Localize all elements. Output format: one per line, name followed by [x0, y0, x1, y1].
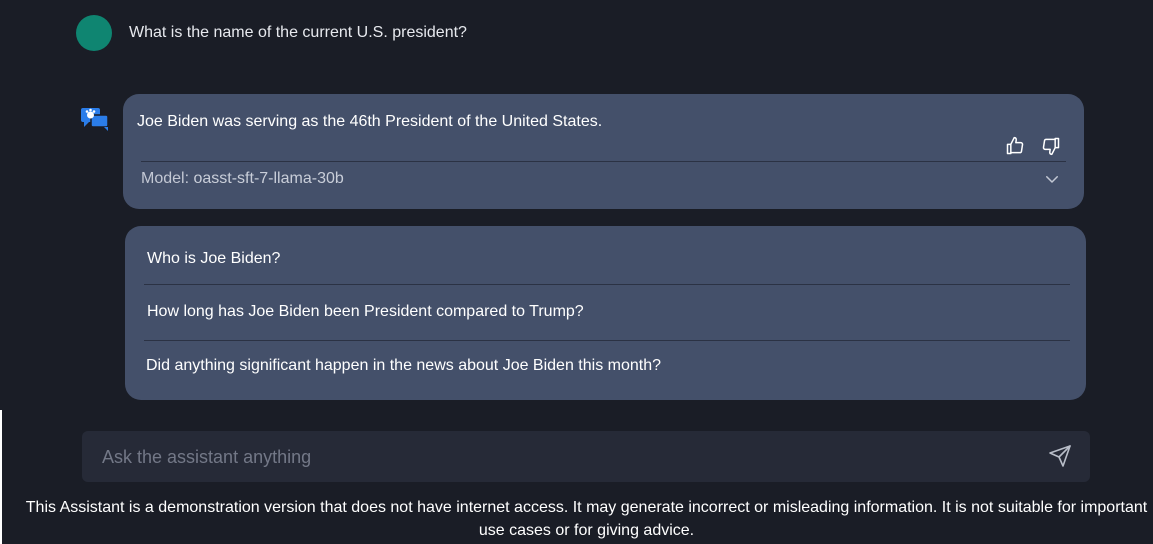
- disclaimer-text: This Assistant is a demonstration versio…: [25, 499, 1148, 539]
- suggestion-item[interactable]: Who is Joe Biden?: [147, 250, 280, 268]
- user-message: What is the name of the current U.S. pre…: [129, 24, 467, 41]
- user-avatar: [76, 15, 112, 51]
- thumbs-down-icon[interactable]: [1041, 136, 1061, 156]
- suggestion-item[interactable]: How long has Joe Biden been President co…: [147, 303, 584, 321]
- model-info: Model: oasst-sft-7-llama-30b: [141, 170, 344, 188]
- suggestion-divider: [144, 284, 1070, 285]
- chevron-down-icon[interactable]: [1043, 170, 1061, 188]
- model-name: oasst-sft-7-llama-30b: [193, 170, 344, 187]
- answer-divider: [141, 161, 1066, 162]
- window-edge: [0, 410, 2, 544]
- send-icon[interactable]: [1048, 444, 1072, 468]
- suggestions-card: Who is Joe Biden? How long has Joe Biden…: [125, 226, 1086, 400]
- thumbs-up-icon[interactable]: [1005, 136, 1025, 156]
- suggestion-divider: [144, 340, 1070, 341]
- suggestion-item[interactable]: Did anything significant happen in the n…: [146, 357, 661, 375]
- assistant-chat-icon: [81, 108, 109, 131]
- chat-input-box: [82, 431, 1090, 484]
- model-label: Model:: [141, 170, 190, 187]
- assistant-answer-text: Joe Biden was serving as the 46th Presid…: [137, 113, 603, 130]
- chat-input[interactable]: [100, 431, 1044, 484]
- assistant-answer-card: Joe Biden was serving as the 46th Presid…: [123, 94, 1084, 209]
